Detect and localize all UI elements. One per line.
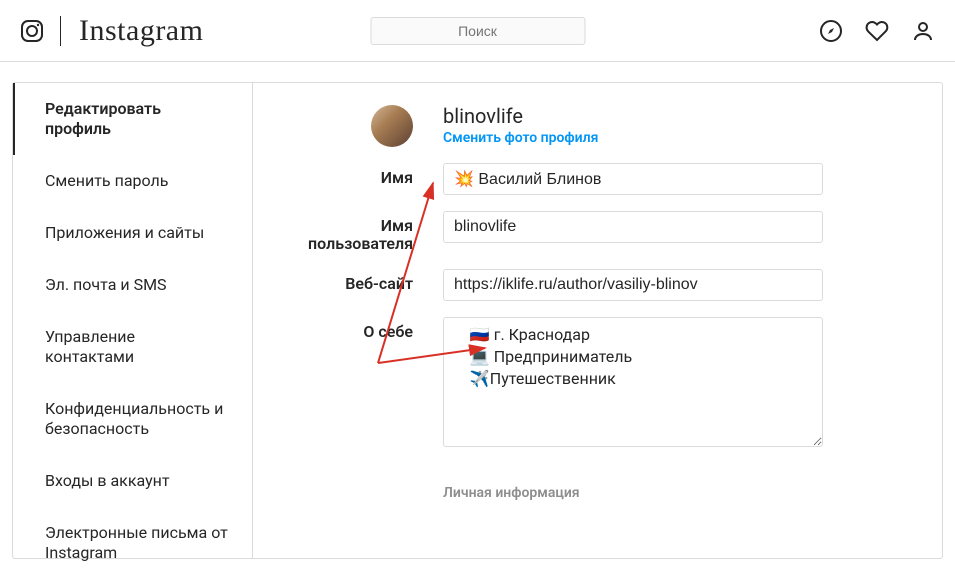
sidebar-item-7[interactable]: Электронные письма от Instagram	[13, 507, 252, 579]
brand-area[interactable]: Instagram	[20, 14, 203, 48]
instagram-glyph-icon	[20, 19, 44, 43]
sidebar-item-4[interactable]: Управление контактами	[13, 311, 252, 383]
settings-sidebar: Редактировать профильСменить парольПрило…	[13, 83, 253, 558]
page-content: Редактировать профильСменить парольПрило…	[0, 62, 955, 559]
instagram-wordmark: Instagram	[79, 14, 203, 48]
name-label: Имя	[293, 163, 443, 187]
username-display: blinovlife	[443, 105, 882, 127]
profile-header-row: blinovlife Сменить фото профиля	[293, 105, 882, 147]
profile-icon[interactable]	[911, 19, 935, 43]
sidebar-item-2[interactable]: Приложения и сайты	[13, 207, 252, 259]
username-input[interactable]	[443, 211, 823, 243]
nav-icons	[819, 19, 935, 43]
website-input[interactable]	[443, 269, 823, 301]
name-row: Имя	[293, 163, 882, 195]
name-input[interactable]	[443, 163, 823, 195]
bio-label: О себе	[293, 317, 443, 341]
change-photo-link[interactable]: Сменить фото профиля	[443, 130, 598, 146]
website-label: Веб-сайт	[293, 269, 443, 293]
personal-info-heading: Личная информация	[443, 485, 882, 501]
personal-info-row: Личная информация	[293, 467, 882, 501]
sidebar-item-5[interactable]: Конфиденциальность и безопасность	[13, 383, 252, 455]
username-label: Имя пользователя	[293, 211, 443, 253]
sidebar-item-6[interactable]: Входы в аккаунт	[13, 455, 252, 507]
heart-icon[interactable]	[865, 19, 889, 43]
explore-icon[interactable]	[819, 19, 843, 43]
settings-main: blinovlife Сменить фото профиля Имя Имя …	[253, 83, 942, 558]
sidebar-item-1[interactable]: Сменить пароль	[13, 155, 252, 207]
search-input[interactable]	[370, 17, 585, 45]
top-navbar: Instagram	[0, 0, 955, 62]
search-container	[370, 17, 585, 45]
bio-textarea[interactable]	[443, 317, 823, 447]
website-row: Веб-сайт	[293, 269, 882, 301]
settings-card: Редактировать профильСменить парольПрило…	[12, 82, 943, 559]
bio-row: О себе	[293, 317, 882, 451]
username-row: Имя пользователя	[293, 211, 882, 253]
sidebar-item-3[interactable]: Эл. почта и SMS	[13, 259, 252, 311]
sidebar-item-0[interactable]: Редактировать профиль	[13, 83, 252, 155]
avatar[interactable]	[371, 105, 413, 147]
brand-divider	[60, 16, 61, 46]
